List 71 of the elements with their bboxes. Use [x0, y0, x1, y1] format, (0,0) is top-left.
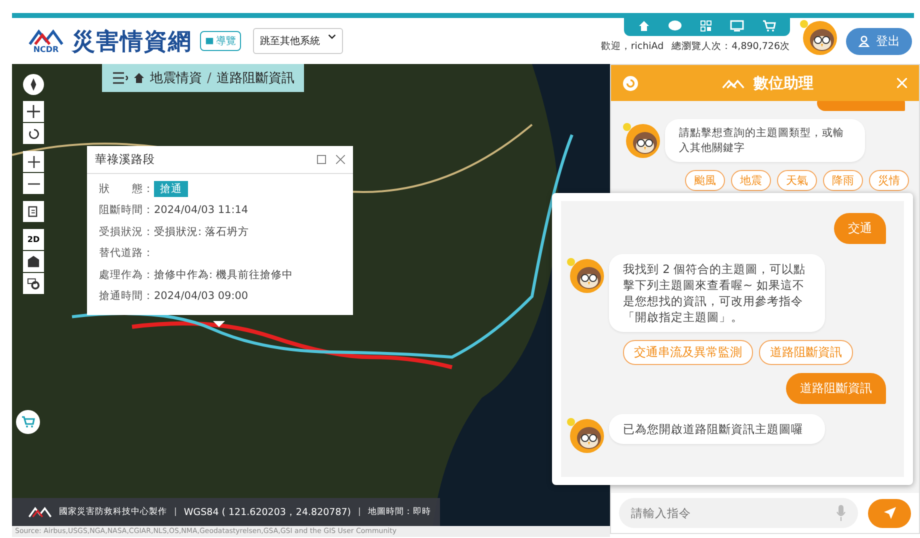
topic-option-button[interactable]: 交通串流及異常監測 — [623, 340, 753, 366]
assistant-title: 數位助理 — [754, 74, 814, 92]
breadcrumb-link[interactable]: 地震情資 — [150, 69, 202, 87]
separator-text: | — [174, 507, 177, 517]
popup-pointer — [213, 321, 225, 327]
close-icon[interactable] — [336, 155, 345, 164]
zoom-out-button[interactable] — [23, 173, 44, 194]
bot-message: 請點擊想查詢的主題圖類型，或輸入其他關鍵字 — [665, 119, 865, 162]
site-title: 災害情資網 — [72, 28, 192, 56]
coordinates-text: WGS84 ( 121.620203，24.820787) — [184, 506, 351, 518]
field-value: 2024/04/03 09:00 — [154, 290, 248, 302]
topic-option-button[interactable]: 天氣 — [777, 170, 817, 192]
compass-icon — [29, 78, 38, 91]
cart-icon[interactable] — [762, 20, 776, 32]
topic-option-button[interactable]: 災情 — [869, 170, 909, 192]
field-label: 搶通時間： — [99, 289, 154, 304]
map-time-text: 地圖時間：即時 — [368, 506, 431, 518]
logout-button[interactable]: 登出 — [846, 28, 912, 54]
status-badge: 搶通 — [154, 180, 188, 197]
maximize-icon[interactable] — [317, 155, 326, 164]
rotate-button[interactable] — [23, 123, 44, 144]
send-icon — [882, 506, 896, 520]
chevron-down-icon — [328, 34, 336, 39]
layers-button[interactable] — [23, 201, 44, 222]
command-input[interactable]: 請輸入指令 — [619, 498, 858, 528]
breadcrumb-separator: / — [207, 70, 212, 86]
field-value: 受損狀況: 落石坍方 — [154, 224, 249, 239]
view-toggle-button[interactable]: 2D — [23, 229, 44, 250]
field-label: 狀 態： — [99, 182, 154, 196]
topic-option-button[interactable]: 地震 — [731, 170, 771, 192]
breadcrumb-link[interactable]: 道路阻斷資訊 — [216, 69, 294, 87]
buildings-button[interactable] — [23, 251, 44, 272]
monitor-icon[interactable] — [730, 20, 744, 32]
settings-button[interactable] — [23, 273, 44, 294]
pan-button[interactable] — [23, 101, 44, 122]
welcome-text: 歡迎，richiAd — [600, 40, 664, 52]
topic-option-button[interactable]: 颱風 — [685, 170, 725, 192]
visit-count: 總瀏覽人次：4,890,726次 — [672, 40, 790, 52]
bot-message: 已為您開啟道路阻斷資訊主題圖囉 — [609, 414, 825, 444]
field-label: 阻斷時間： — [99, 203, 154, 218]
user-message: 交通 — [834, 213, 886, 244]
field-label: 替代道路： — [99, 246, 154, 260]
rotate-icon — [28, 128, 40, 140]
zoom-in-button[interactable] — [23, 151, 44, 172]
separator-text: | — [358, 507, 361, 517]
user-message: 道路阻斷資訊 — [786, 373, 886, 404]
field-value: 2024/04/03 11:14 — [154, 204, 248, 216]
settings-icon — [27, 277, 40, 290]
organization-text: 國家災害防救科技中心製作 — [59, 506, 167, 518]
guide-button[interactable]: 導覽 — [200, 31, 241, 51]
system-select[interactable]: 跳至其他系統 — [253, 28, 343, 54]
menu-icon[interactable] — [112, 72, 128, 84]
move-icon — [27, 105, 40, 118]
field-label: 受損狀況： — [99, 224, 154, 239]
ncdr-logo-icon — [722, 78, 748, 88]
plus-icon — [28, 156, 40, 168]
cart-icon — [21, 416, 35, 428]
field-value: 搶修中作為: 機具前往搶修中 — [154, 268, 293, 282]
grid-icon[interactable] — [700, 20, 712, 32]
field-label: 處理作為： — [99, 268, 154, 282]
building-icon — [27, 255, 40, 268]
bot-message: 我找到 2 個符合的主題圖，可以點擊下列主題圖來查看喔~ 如果這不是您想找的資訊，可改用參考指令「開啟指定主題圖」。 — [609, 254, 825, 332]
ncdr-logo-icon — [28, 506, 52, 518]
topic-option-button[interactable]: 降雨 — [823, 170, 863, 192]
popup-title: 華祿溪路段 — [95, 152, 156, 167]
chat-icon[interactable] — [668, 20, 682, 32]
home-icon[interactable] — [133, 72, 145, 84]
document-icon — [28, 206, 40, 218]
user-icon — [858, 35, 870, 47]
topic-option-button[interactable]: 道路阻斷資訊 — [759, 340, 853, 366]
ncdr-logo: NCDR — [28, 28, 64, 54]
